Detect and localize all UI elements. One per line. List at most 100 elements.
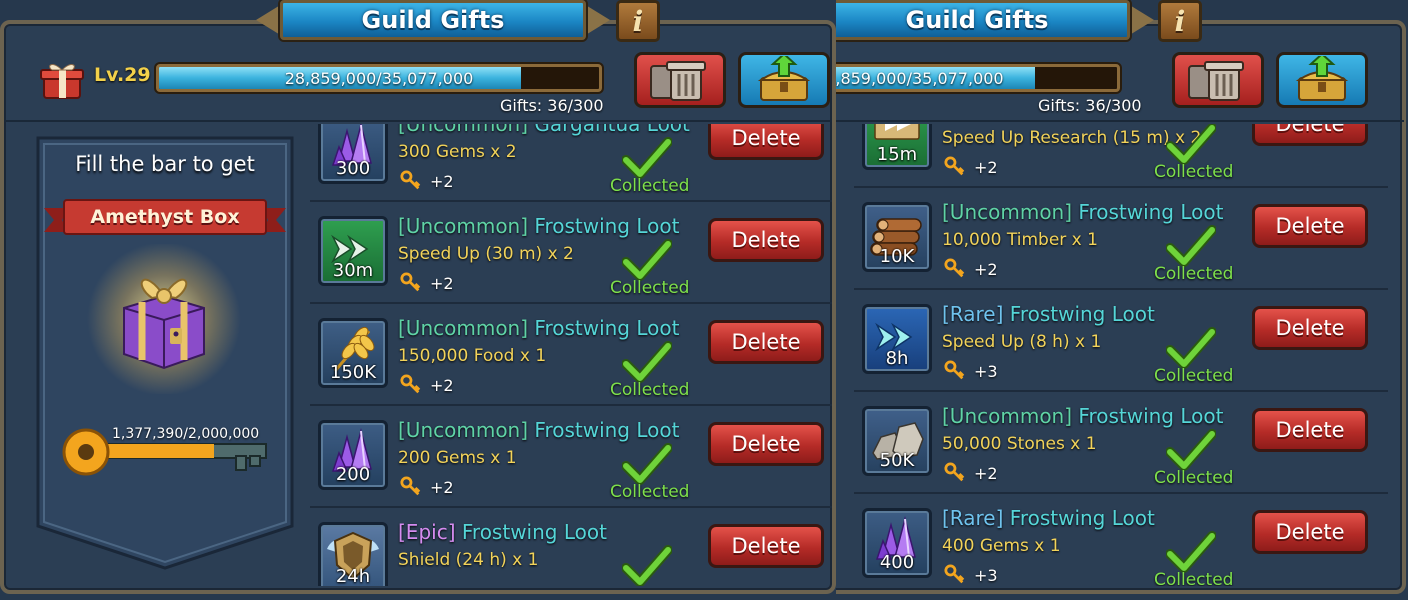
gift-row: 30m [Uncommon] Frostwing Loot Speed Up (30… [310, 204, 832, 304]
gift-title: [Uncommon] Frostwing Loot [942, 404, 1223, 428]
gift-description: 300 Gems x 2 [398, 142, 517, 162]
gift-keys: +2 [944, 258, 998, 280]
gift-loot-name: Frostwing Loot [528, 214, 680, 238]
gift-amount-badge: 200 [335, 464, 371, 485]
gift-list-right[interactable]: 15m Speed Up Research (15 m) x 2 +2 Collect… [854, 124, 1388, 586]
gift-loot-name: Frostwing Loot [455, 520, 607, 544]
delete-button[interactable]: Delete [708, 524, 824, 568]
gift-loot-name: Frostwing Loot [528, 316, 680, 340]
reward-sidebar: Fill the bar to get Amethyst Box 1,377,3… [36, 136, 294, 570]
collect-all-button[interactable] [738, 52, 830, 108]
info-button[interactable]: i [616, 0, 660, 42]
gift-row: 8h [Rare] Frostwing Loot Speed Up (8 h) x … [854, 292, 1388, 392]
gift-description: 150,000 Food x 1 [398, 346, 547, 366]
delete-button[interactable]: Delete [1252, 306, 1368, 350]
collected-status: Collected [610, 278, 690, 298]
gift-key-count: +2 [430, 477, 454, 497]
gift-key-count: +2 [430, 171, 454, 191]
treasure-chest-icon [1295, 56, 1349, 101]
gift-key-count: +3 [974, 565, 998, 585]
key-icon [400, 476, 421, 496]
gift-thumbnail: 15m [862, 124, 932, 170]
key-icon [944, 462, 965, 482]
gift-rarity: [Rare] [942, 506, 1004, 530]
gift-key-count: +2 [430, 273, 454, 293]
gifts-count: Gifts: 36/300 [1038, 96, 1142, 115]
banner-wing-right [1128, 4, 1154, 36]
gift-loot-name: Frostwing Loot [528, 418, 680, 442]
collected-status: Collected [610, 176, 690, 196]
gift-amount-badge: 400 [879, 552, 915, 573]
gift-title: [Epic] Frostwing Loot [398, 520, 607, 544]
delete-button[interactable]: Delete [708, 124, 824, 160]
delete-all-button[interactable] [634, 52, 726, 108]
gift-description: 400 Gems x 1 [942, 536, 1061, 556]
check-icon [1166, 327, 1216, 369]
gift-row: 50K [Uncommon] Frostwing Loot 50,000 Stone… [854, 394, 1388, 494]
key-progress-icon [62, 428, 267, 476]
collect-all-button[interactable] [1276, 52, 1368, 108]
delete-button[interactable]: Delete [708, 218, 824, 262]
page-title: Guild Gifts [280, 0, 586, 40]
gift-thumbnail: 150K [318, 318, 388, 388]
gift-key-count: +2 [974, 259, 998, 279]
gift-loot-name: Frostwing Loot [1003, 302, 1155, 326]
key-icon [400, 170, 421, 190]
gift-thumbnail: 24h [318, 522, 388, 586]
gift-rarity: [Uncommon] [398, 214, 529, 238]
banner-wing-left [256, 4, 282, 36]
gift-keys: +2 [400, 476, 454, 498]
gift-row: 200 [Uncommon] Frostwing Loot 200 Gems x 1… [310, 408, 832, 508]
gift-description: Shield (24 h) x 1 [398, 550, 539, 570]
gift-title: [Rare] Frostwing Loot [942, 302, 1155, 326]
check-icon [1166, 225, 1216, 267]
delete-all-button[interactable] [1172, 52, 1264, 108]
collected-status: Collected [610, 380, 690, 400]
gift-level-progress-bar: 28,859,000/35,077,000 [156, 64, 602, 92]
gift-thumbnail: 30m [318, 216, 388, 286]
delete-button[interactable]: Delete [1252, 510, 1368, 554]
guild-gifts-panel-right: Guild Gifts i 28,859,000/35,077,000 Gift… [836, 0, 1408, 600]
check-icon [622, 545, 672, 586]
delete-button[interactable]: Delete [1252, 408, 1368, 452]
key-icon [944, 360, 965, 380]
delete-button[interactable]: Delete [1252, 204, 1368, 248]
sidebar-title: Fill the bar to get [75, 152, 255, 176]
check-icon [1166, 531, 1216, 573]
check-icon [1166, 124, 1216, 165]
check-icon [622, 137, 672, 179]
gift-list-left[interactable]: 300 [Uncommon] Gargantua Loot 300 Gems x 2… [310, 124, 832, 586]
gift-level-header: 28,859,000/35,077,000 Gifts: 36/300 [836, 40, 1404, 122]
gift-keys: +2 [400, 170, 454, 192]
gift-rarity: [Uncommon] [398, 418, 529, 442]
gift-keys: +2 [400, 374, 454, 396]
check-icon [622, 341, 672, 383]
gift-row: 10K [Uncommon] Frostwing Loot 10,000 Timbe… [854, 190, 1388, 290]
collected-status: Collected [610, 482, 690, 502]
collected-status: Collected [1154, 264, 1234, 284]
delete-button[interactable]: Delete [1252, 124, 1368, 146]
gift-rarity: [Uncommon] [398, 124, 529, 136]
banner-wing-right [584, 4, 610, 36]
gift-box-icon [40, 64, 84, 99]
gift-rarity: [Uncommon] [942, 200, 1073, 224]
guild-level: Lv.29 [94, 64, 151, 86]
gift-keys: +2 [944, 462, 998, 484]
info-button[interactable]: i [1158, 0, 1202, 42]
gift-row: 400 [Rare] Frostwing Loot 400 Gems x 1 +3 Co… [854, 496, 1388, 586]
gift-key-count: +2 [974, 157, 998, 177]
gift-description: Speed Up (8 h) x 1 [942, 332, 1102, 352]
collected-status: Collected [1154, 162, 1234, 182]
gift-key-count: +2 [974, 463, 998, 483]
gift-title: [Uncommon] Frostwing Loot [942, 200, 1223, 224]
gift-thumbnail: 50K [862, 406, 932, 476]
gift-level-progress-bar: 28,859,000/35,077,000 [836, 64, 1120, 92]
delete-button[interactable]: Delete [708, 422, 824, 466]
gift-row: 150K [Uncommon] Frostwing Loot 150,000 Foo… [310, 306, 832, 406]
gift-rarity: [Uncommon] [398, 316, 529, 340]
gift-thumbnail: 8h [862, 304, 932, 374]
gift-keys: +2 [944, 156, 998, 178]
delete-button[interactable]: Delete [708, 320, 824, 364]
gift-thumbnail: 200 [318, 420, 388, 490]
gift-row: 300 [Uncommon] Gargantua Loot 300 Gems x 2… [310, 124, 832, 202]
